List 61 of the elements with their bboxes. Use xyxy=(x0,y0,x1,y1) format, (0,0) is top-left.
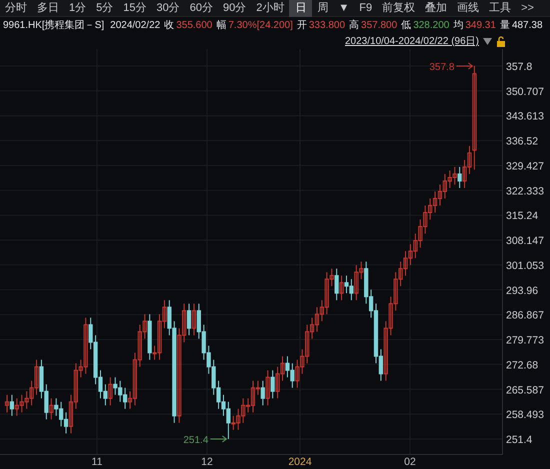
toolbar-tab[interactable]: 工具 xyxy=(484,0,516,16)
toolbar-tab[interactable]: 周 xyxy=(312,0,334,16)
date-axis-label: 02 xyxy=(404,456,416,468)
price-axis-label: 308.147 xyxy=(506,235,544,248)
field-label: 量 xyxy=(500,19,510,33)
toolbar-tab[interactable]: 90分 xyxy=(218,0,252,16)
price-axis-label: 322.333 xyxy=(506,185,544,198)
toolbar-tab[interactable]: 60分 xyxy=(184,0,218,16)
field-label: 均 xyxy=(453,19,464,33)
price-axis-label: 350.707 xyxy=(506,86,544,98)
toolbar-tab[interactable]: 叠加 xyxy=(420,0,452,16)
toolbar-tab[interactable]: 画线 xyxy=(452,0,484,16)
toolbar-tab[interactable]: 前复权 xyxy=(377,0,420,16)
price-axis-label: 315.24 xyxy=(506,210,538,222)
arrow-icon xyxy=(210,436,228,442)
quote-date: 2024/02/22 xyxy=(110,19,160,33)
price-axis-label: 336.52 xyxy=(506,136,538,148)
price-axis-label: 265.587 xyxy=(506,384,544,396)
field-value: 487.38 xyxy=(512,19,543,33)
date-axis-label: 2024 xyxy=(288,456,312,468)
date-range-link[interactable]: 2023/10/04-2024/02/22 (96日) xyxy=(345,34,479,49)
toolbar-tab[interactable]: 日 xyxy=(289,0,312,16)
field-label: 高 xyxy=(349,18,360,33)
toolbar-tab[interactable]: 2小时 xyxy=(251,0,290,16)
toolbar-tab[interactable]: 15分 xyxy=(118,0,152,16)
field-value: 7.30%[24.200] xyxy=(228,19,293,33)
toolbar-tab[interactable]: 分时 xyxy=(0,0,32,16)
field-label: 收 xyxy=(164,19,174,33)
toolbar-tab[interactable]: F9 xyxy=(354,0,378,16)
price-axis-label: 329.427 xyxy=(506,160,544,172)
toolbar-tab[interactable]: 1分 xyxy=(64,0,92,16)
field-value: 357.800 xyxy=(361,19,398,33)
field-label: 低 xyxy=(401,19,412,33)
price-axis-label: 272.68 xyxy=(506,359,538,372)
price-axis-label: 357.8 xyxy=(506,61,532,73)
lock-icon[interactable] xyxy=(496,36,506,47)
price-axis-label: 279.773 xyxy=(506,334,544,347)
field-value: 355.600 xyxy=(176,19,212,33)
toolbar-tab[interactable]: 多日 xyxy=(32,0,64,16)
toolbar-tab[interactable]: 30分 xyxy=(152,0,185,16)
price-marker: 357.8 xyxy=(429,62,454,73)
dropdown-icon[interactable] xyxy=(483,38,492,45)
price-axis-label: 293.96 xyxy=(506,284,538,297)
date-axis-label: 12 xyxy=(201,456,213,468)
stock-symbol: 9961.HK[携程集团－S] xyxy=(3,18,104,33)
field-value: 328.200 xyxy=(413,19,450,33)
toolbar-tab[interactable]: ▼ xyxy=(333,0,354,16)
field-label: 开 xyxy=(296,19,307,33)
field-value: 349.31 xyxy=(465,19,496,33)
date-axis-label: 11 xyxy=(92,456,102,468)
price-axis-label: 286.867 xyxy=(506,310,544,322)
arrow-icon xyxy=(456,62,474,70)
toolbar-tab[interactable]: 5分 xyxy=(91,0,118,16)
price-axis-label: 343.613 xyxy=(506,110,544,123)
field-value: 333.800 xyxy=(308,19,346,33)
price-axis-label: 258.493 xyxy=(506,409,544,422)
toolbar-tab[interactable]: >> xyxy=(516,0,539,16)
price-marker: 251.4 xyxy=(183,435,208,446)
field-label: 幅 xyxy=(216,19,226,33)
price-axis-label: 251.4 xyxy=(506,434,532,446)
price-axis-label: 301.053 xyxy=(506,260,544,272)
